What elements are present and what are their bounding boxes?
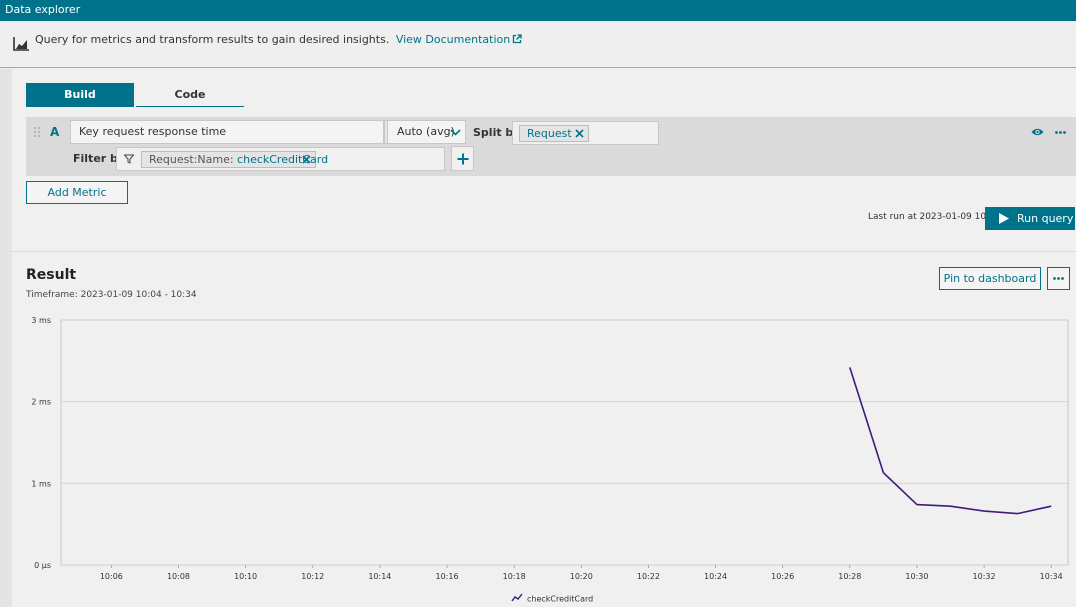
- metric-select[interactable]: Key request response time: [70, 120, 408, 144]
- last-run-text: Last run at 2023-01-09 10:34.: [868, 212, 1004, 222]
- filter-chip[interactable]: Request:Name: checkCreditCard: [141, 151, 328, 168]
- external-link-icon: [513, 34, 522, 44]
- aggregation-select[interactable]: Auto (avg): [387, 120, 466, 144]
- x-tick-label: 10:06: [100, 572, 123, 581]
- x-tick-label: 10:18: [503, 572, 526, 581]
- query-letter: A: [50, 125, 60, 139]
- y-axis-ticks: 0 µs 1 ms 2 ms 3 ms: [31, 316, 51, 570]
- plus-icon: [457, 153, 469, 165]
- result-more-button[interactable]: [1047, 267, 1070, 290]
- chart-gridlines: [60, 319, 1069, 566]
- x-tick-label: 10:16: [435, 572, 458, 581]
- app-title-bar: Data explorer: [0, 0, 1076, 21]
- drag-handle-icon[interactable]: [33, 126, 41, 138]
- y-tick-label: 2 ms: [31, 398, 51, 407]
- chart-series: [849, 367, 1052, 515]
- series-line: [849, 367, 1052, 515]
- filter-chip-key: Request:Name:: [149, 153, 234, 166]
- split-by-chip-label: Request: [527, 127, 572, 140]
- x-tick-label: 10:22: [637, 572, 660, 581]
- add-filter-button[interactable]: [451, 146, 474, 171]
- run-query-button[interactable]: Run query: [985, 207, 1075, 230]
- x-tick-label: 10:24: [704, 572, 727, 581]
- chart-legend[interactable]: checkCreditCard: [511, 593, 593, 604]
- section-divider: [12, 251, 1076, 252]
- tab-code[interactable]: Code: [136, 83, 244, 107]
- view-documentation-label: View Documentation: [395, 33, 511, 46]
- x-tick-label: 10:14: [368, 572, 391, 581]
- pin-to-dashboard-button[interactable]: Pin to dashboard: [939, 267, 1041, 290]
- x-tick-label: 10:10: [234, 572, 257, 581]
- legend-line-icon: [511, 593, 523, 602]
- x-axis-ticks: 10:06 10:08 10:10 10:12 10:14 10:16 10:18 10:20…: [100, 565, 1063, 581]
- y-tick-label: 0 µs: [34, 561, 51, 570]
- area-chart-icon: [13, 37, 29, 51]
- filter-chip-value: checkCreditCard: [237, 153, 329, 166]
- split-by-chip[interactable]: Request: [519, 125, 589, 142]
- metric-select-value: Key request response time: [79, 125, 227, 138]
- info-description: Query for metrics and transform results …: [35, 33, 390, 46]
- tab-build[interactable]: Build: [26, 83, 134, 107]
- timeframe-text: Timeframe: 2023-01-09 10:04 - 10:34: [26, 290, 197, 300]
- close-icon[interactable]: [575, 129, 584, 138]
- x-tick-label: 10:08: [167, 572, 190, 581]
- x-tick-label: 10:26: [771, 572, 794, 581]
- app-title: Data explorer: [5, 3, 81, 16]
- x-tick-label: 10:12: [301, 572, 324, 581]
- add-metric-button[interactable]: Add Metric: [26, 181, 128, 204]
- legend-label: checkCreditCard: [527, 595, 593, 604]
- left-strip: [0, 69, 12, 607]
- x-tick-label: 10:20: [570, 572, 593, 581]
- x-tick-label: 10:32: [973, 572, 996, 581]
- run-query-label: Run query: [1017, 212, 1074, 225]
- x-tick-label: 10:28: [838, 572, 861, 581]
- view-documentation-link[interactable]: View Documentation: [396, 33, 522, 46]
- play-icon: [999, 213, 1009, 224]
- y-tick-label: 3 ms: [31, 316, 51, 325]
- result-title: Result: [26, 267, 77, 283]
- more-options-icon[interactable]: [1055, 131, 1066, 134]
- more-options-icon: [1053, 277, 1064, 280]
- x-tick-label: 10:34: [1040, 572, 1063, 581]
- eye-icon[interactable]: [1031, 127, 1044, 137]
- filter-by-field[interactable]: Request:Name: checkCreditCard: [116, 147, 445, 171]
- x-tick-label: 10:30: [905, 572, 928, 581]
- plot-frame: [60, 319, 1069, 566]
- info-bar: Query for metrics and transform results …: [0, 21, 1076, 68]
- y-tick-label: 1 ms: [31, 479, 51, 488]
- close-icon[interactable]: [302, 155, 311, 164]
- result-chart: 0 µs1 ms2 ms3 ms 10:06 10:08 10:10 10:12 10:…: [31, 316, 1069, 604]
- aggregation-value: Auto (avg): [397, 125, 455, 138]
- chevron-down-icon: [450, 129, 461, 136]
- query-row: A Key request response time Auto (avg) S…: [26, 117, 1076, 176]
- info-text: Query for metrics and transform results …: [35, 33, 522, 46]
- split-by-field[interactable]: Request: [512, 121, 659, 145]
- filter-icon: [124, 154, 134, 164]
